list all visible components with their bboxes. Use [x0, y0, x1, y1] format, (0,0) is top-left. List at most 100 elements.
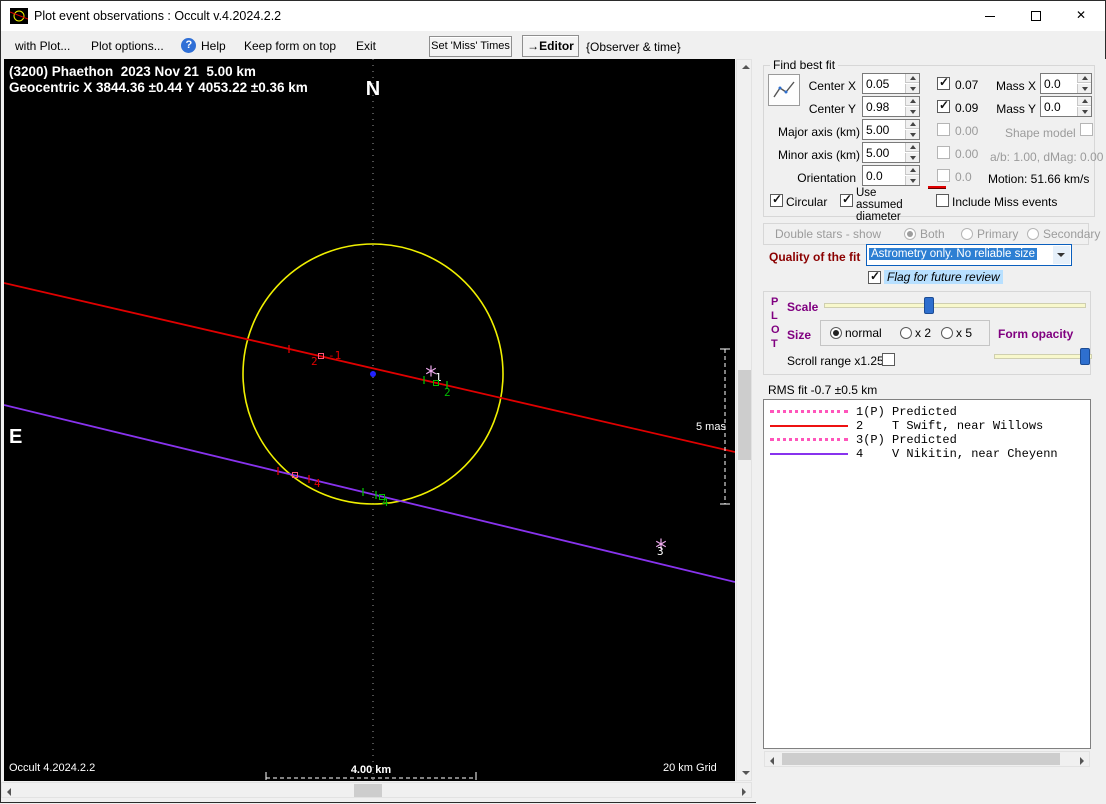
use-assumed-diameter-label: Use assumed diameter: [856, 187, 903, 223]
event-label: 1(P) Predicted: [856, 405, 957, 419]
spin-down-icon[interactable]: [905, 130, 919, 139]
center-y-spinner[interactable]: 0.98: [862, 96, 920, 117]
minor-axis-error-label: 0.00: [955, 147, 979, 161]
list-item[interactable]: 4 V Nikitin, near Cheyenn: [764, 446, 1090, 461]
scrollbar-thumb[interactable]: [738, 370, 751, 460]
chevron-down-icon[interactable]: [1053, 246, 1070, 264]
spin-up-icon[interactable]: [905, 120, 919, 129]
slider-thumb[interactable]: [1080, 348, 1090, 365]
scroll-range-checkbox[interactable]: [882, 353, 895, 366]
menubar: with Plot... Plot options... Help Keep f…: [1, 32, 1105, 59]
mass-x-spinner[interactable]: 0.0: [1040, 73, 1092, 94]
center-x-label: Center X: [808, 79, 856, 93]
size-label: Size: [787, 328, 812, 342]
scroll-left-icon[interactable]: [3, 784, 17, 797]
major-axis-spinner[interactable]: 5.00: [862, 119, 920, 140]
help-icon[interactable]: [181, 38, 196, 53]
scroll-range-label: Scroll range x1.25: [787, 354, 884, 368]
find-best-fit-button[interactable]: [768, 74, 800, 106]
list-horizontal-scrollbar[interactable]: [764, 751, 1090, 767]
form-opacity-slider[interactable]: [994, 348, 1092, 365]
spin-down-icon[interactable]: [905, 176, 919, 185]
plot-canvas[interactable]: 2 -1 1 2 4 4 3 (3200) Phaethon 2023 Nov 21 5.00…: [4, 59, 735, 781]
mass-y-spinner[interactable]: 0.0: [1040, 96, 1092, 117]
set-miss-times-button[interactable]: Set 'Miss' Times: [429, 36, 512, 57]
minimize-icon: [985, 16, 995, 17]
orientation-label: Orientation: [797, 171, 856, 185]
spin-up-icon[interactable]: [905, 143, 919, 152]
center-dot: [370, 371, 376, 377]
use-assumed-diameter-checkbox[interactable]: [840, 192, 853, 207]
editor-button[interactable]: →Editor: [522, 35, 579, 57]
orientation-error-checkbox: [937, 169, 950, 182]
marker-label: -1: [328, 349, 341, 362]
slider-thumb[interactable]: [924, 297, 934, 314]
double-secondary-label: Secondary: [1043, 227, 1101, 241]
spin-up-icon[interactable]: [905, 97, 919, 106]
list-item[interactable]: 2 T Swift, near Willows: [764, 418, 1090, 433]
close-button[interactable]: [1059, 1, 1105, 31]
double-both-label: Both: [920, 227, 945, 241]
quality-value: Astrometry only. No reliable size: [869, 248, 1038, 260]
minimize-button[interactable]: [967, 1, 1013, 31]
spin-up-icon[interactable]: [1077, 74, 1091, 83]
size-x2-radio[interactable]: [900, 327, 912, 339]
spin-down-icon[interactable]: [905, 107, 919, 116]
plot-version-label: Occult 4.2024.2.2: [9, 762, 95, 774]
north-label: N: [366, 78, 380, 100]
menu-with-plot[interactable]: with Plot...: [15, 39, 70, 53]
spin-up-icon[interactable]: [1077, 97, 1091, 106]
size-x5-label: x 5: [956, 326, 973, 340]
marker-label: 4: [314, 477, 321, 490]
menu-keep-on-top[interactable]: Keep form on top: [244, 39, 336, 53]
scroll-up-icon[interactable]: [738, 61, 751, 75]
include-miss-checkbox[interactable]: [936, 194, 949, 207]
event-label: 3(P) Predicted: [856, 433, 957, 447]
flag-review-checkbox[interactable]: [868, 269, 881, 284]
spin-up-icon[interactable]: [905, 166, 919, 175]
scale-slider[interactable]: [824, 297, 1086, 314]
group-caption: Find best fit: [770, 58, 839, 72]
circular-checkbox[interactable]: [770, 192, 783, 207]
scrollbar-thumb[interactable]: [782, 753, 1060, 765]
scroll-right-icon[interactable]: [736, 784, 750, 797]
minor-axis-spinner[interactable]: 5.00: [862, 142, 920, 163]
list-item[interactable]: 3(P) Predicted: [764, 432, 1090, 447]
menu-plot-options[interactable]: Plot options...: [91, 39, 164, 53]
menu-exit[interactable]: Exit: [356, 39, 376, 53]
center-y-error-label: 0.09: [955, 101, 979, 115]
spin-down-icon[interactable]: [905, 153, 919, 162]
east-label: E: [9, 426, 22, 448]
plot-vertical-scrollbar[interactable]: [736, 59, 752, 781]
major-axis-error-label: 0.00: [955, 124, 979, 138]
spin-up-icon[interactable]: [905, 74, 919, 83]
scroll-right-icon[interactable]: [1074, 753, 1088, 765]
size-normal-radio[interactable]: [830, 327, 842, 339]
menu-help[interactable]: Help: [201, 39, 226, 53]
maximize-button[interactable]: [1013, 1, 1059, 31]
quality-combobox[interactable]: Astrometry only. No reliable size: [866, 244, 1072, 266]
spin-down-icon[interactable]: [905, 84, 919, 93]
event-line-swatch: [770, 424, 848, 427]
spin-down-icon[interactable]: [1077, 107, 1091, 116]
scroll-down-icon[interactable]: [738, 765, 751, 779]
plot-letter: O: [771, 324, 780, 336]
plot-horizontal-scrollbar[interactable]: [1, 782, 752, 798]
plot-svg: 2 -112443(3200) Phaethon 2023 Nov 21 5.00…: [4, 59, 735, 781]
event-list[interactable]: 1(P) Predicted 2 T Swift, near Willows 3(P…: [763, 399, 1091, 749]
maximize-icon: [1031, 11, 1041, 21]
list-item[interactable]: 1(P) Predicted: [764, 404, 1090, 419]
chart-icon: [773, 81, 795, 98]
orientation-spinner[interactable]: 0.0: [862, 165, 920, 186]
center-y-error-checkbox[interactable]: [937, 98, 950, 113]
scrollbar-thumb[interactable]: [354, 784, 382, 797]
center-x-error-checkbox[interactable]: [937, 75, 950, 90]
spin-down-icon[interactable]: [1077, 84, 1091, 93]
event-label: 4 V Nikitin, near Cheyenn: [856, 447, 1058, 461]
motion-direction-swatch: [928, 186, 946, 189]
scroll-left-icon[interactable]: [766, 753, 780, 765]
center-x-spinner[interactable]: 0.05: [862, 73, 920, 94]
size-x5-radio[interactable]: [941, 327, 953, 339]
plot-letter: L: [771, 310, 778, 322]
include-miss-label: Include Miss events: [952, 195, 1058, 209]
